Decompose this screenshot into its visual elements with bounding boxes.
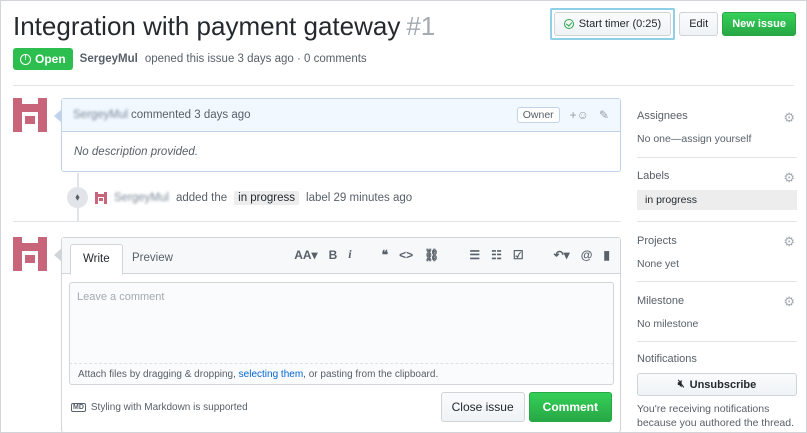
avatar[interactable]	[13, 237, 47, 271]
bookmark-icon[interactable]: ▮	[603, 248, 610, 262]
issue-number: #1	[406, 11, 436, 41]
projects-title[interactable]: Projects	[637, 235, 797, 247]
attach-prefix: Attach files by dragging & dropping,	[78, 369, 236, 380]
edit-button[interactable]: Edit	[679, 12, 719, 36]
markdown-icon: MD	[71, 403, 86, 412]
comment-editor: Write Preview AA▾ B i ❝ <> ⛓ ☰ ☷ ☑ ↶▾ @ …	[54, 237, 621, 433]
editor-tabs: Write Preview AA▾ B i ❝ <> ⛓ ☰ ☷ ☑ ↶▾ @ …	[62, 238, 620, 275]
header-icon[interactable]: AA▾	[294, 248, 317, 262]
timer-highlight: Start timer (0:25)	[549, 8, 676, 40]
milestone-value: No milestone	[637, 318, 699, 330]
sidebar-milestone: Milestone ⚙ No milestone	[637, 282, 797, 342]
event-label[interactable]: in progress	[234, 190, 300, 205]
comment-body: No description provided.	[74, 146, 199, 158]
comment-button[interactable]: Comment	[528, 392, 612, 422]
sidebar-labels: Labels ⚙ in progress	[637, 158, 797, 222]
bold-icon[interactable]: B	[329, 248, 338, 262]
tab-preview[interactable]: Preview	[120, 244, 185, 272]
assignees-value[interactable]: No one—assign yourself	[637, 133, 797, 145]
editor-actions: Close issue Comment	[440, 392, 612, 422]
milestone-title[interactable]: Milestone	[637, 295, 797, 307]
issue-sidebar: Assignees ⚙ No one—assign yourself Label…	[637, 98, 797, 430]
code-icon[interactable]: <>	[399, 248, 413, 262]
comment-placeholder: Leave a comment	[77, 291, 165, 303]
sidebar-label-in-progress[interactable]: in progress	[637, 190, 797, 210]
markdown-note[interactable]: MD Styling with Markdown is supported	[71, 402, 248, 413]
status-badge: ! Open	[13, 48, 73, 70]
issue-title-text: Integration with payment gateway	[13, 11, 401, 41]
comment-header: SergeyMul commented 3 days ago Owner +☺ …	[62, 99, 620, 132]
attach-files-bar[interactable]: Attach files by dragging & dropping, sel…	[69, 363, 614, 385]
check-circle-icon	[563, 19, 574, 29]
sidebar-notifications: Notifications 🔇︎ Unsubscribe You're rece…	[637, 342, 797, 430]
sidebar-assignees: Assignees ⚙ No one—assign yourself	[637, 98, 797, 158]
avatar[interactable]	[95, 191, 107, 204]
start-timer-button[interactable]: Start timer (0:25)	[553, 12, 672, 36]
tag-icon: ⬧	[67, 187, 88, 208]
label-event: ⬧ SergeyMul added the in progress label …	[67, 187, 412, 208]
reply-icon[interactable]: ↶▾	[554, 248, 570, 262]
sidebar-projects: Projects ⚙ None yet	[637, 222, 797, 282]
close-issue-button[interactable]: Close issue	[440, 392, 525, 422]
new-issue-button[interactable]: New issue	[722, 12, 796, 36]
divider	[13, 85, 794, 86]
divider	[13, 221, 621, 222]
link-icon[interactable]: ⛓	[424, 248, 439, 262]
select-files-link[interactable]: selecting them	[239, 369, 303, 380]
event-text-after: label 29 minutes ago	[306, 191, 413, 204]
unordered-list-icon[interactable]: ☰	[469, 248, 480, 262]
unsubscribe-label: Unsubscribe	[689, 378, 757, 391]
mention-icon[interactable]: @	[581, 248, 593, 262]
status-badge-label: Open	[35, 52, 66, 66]
unsubscribe-button[interactable]: 🔇︎ Unsubscribe	[637, 373, 797, 396]
issue-author-link[interactable]: SergeyMul	[80, 53, 138, 65]
ordered-list-icon[interactable]: ☷	[491, 248, 502, 262]
gear-icon[interactable]: ⚙	[783, 170, 795, 186]
gear-icon[interactable]: ⚙	[783, 294, 795, 310]
comment-action[interactable]: commented 3 days ago	[131, 109, 251, 121]
mute-icon: 🔇︎	[677, 378, 685, 390]
comment-author[interactable]: SergeyMul	[73, 109, 128, 121]
issue-opened-text: opened this issue 3 days ago · 0 comment…	[144, 53, 367, 65]
notifications-reason: You're receiving notifications because y…	[637, 403, 795, 429]
gear-icon[interactable]: ⚙	[783, 110, 795, 126]
avatar[interactable]	[13, 98, 47, 132]
header-actions: Start timer (0:25) Edit New issue	[549, 8, 796, 40]
owner-badge: Owner	[516, 107, 560, 123]
notifications-title: Notifications	[637, 353, 697, 365]
event-text-before: added the	[175, 191, 228, 204]
issue-title: Integration with payment gateway #1	[13, 11, 435, 42]
event-author[interactable]: SergeyMul	[114, 192, 169, 204]
task-list-icon[interactable]: ☑	[513, 248, 524, 262]
attach-suffix: , or pasting from the clipboard.	[303, 369, 439, 380]
projects-value: None yet	[637, 258, 680, 270]
gear-icon[interactable]: ⚙	[783, 234, 795, 250]
issue-meta: ! Open SergeyMul opened this issue 3 day…	[13, 48, 367, 70]
tab-write[interactable]: Write	[70, 244, 123, 275]
comment: SergeyMul commented 3 days ago Owner +☺ …	[54, 98, 621, 172]
issue-opened-icon: !	[20, 53, 31, 65]
start-timer-label: Start timer (0:25)	[578, 18, 662, 30]
markdown-note-text[interactable]: Styling with Markdown is supported	[91, 402, 248, 413]
add-reaction-icon[interactable]: +☺	[570, 108, 589, 122]
quote-icon[interactable]: ❝	[382, 248, 388, 262]
markdown-toolbar: AA▾ B i ❝ <> ⛓ ☰ ☷ ☑ ↶▾ @ ▮	[294, 247, 610, 262]
italic-icon[interactable]: i	[348, 247, 351, 262]
pencil-icon[interactable]: ✎	[599, 108, 609, 122]
assignees-title[interactable]: Assignees	[637, 110, 797, 122]
labels-title[interactable]: Labels	[637, 170, 797, 182]
